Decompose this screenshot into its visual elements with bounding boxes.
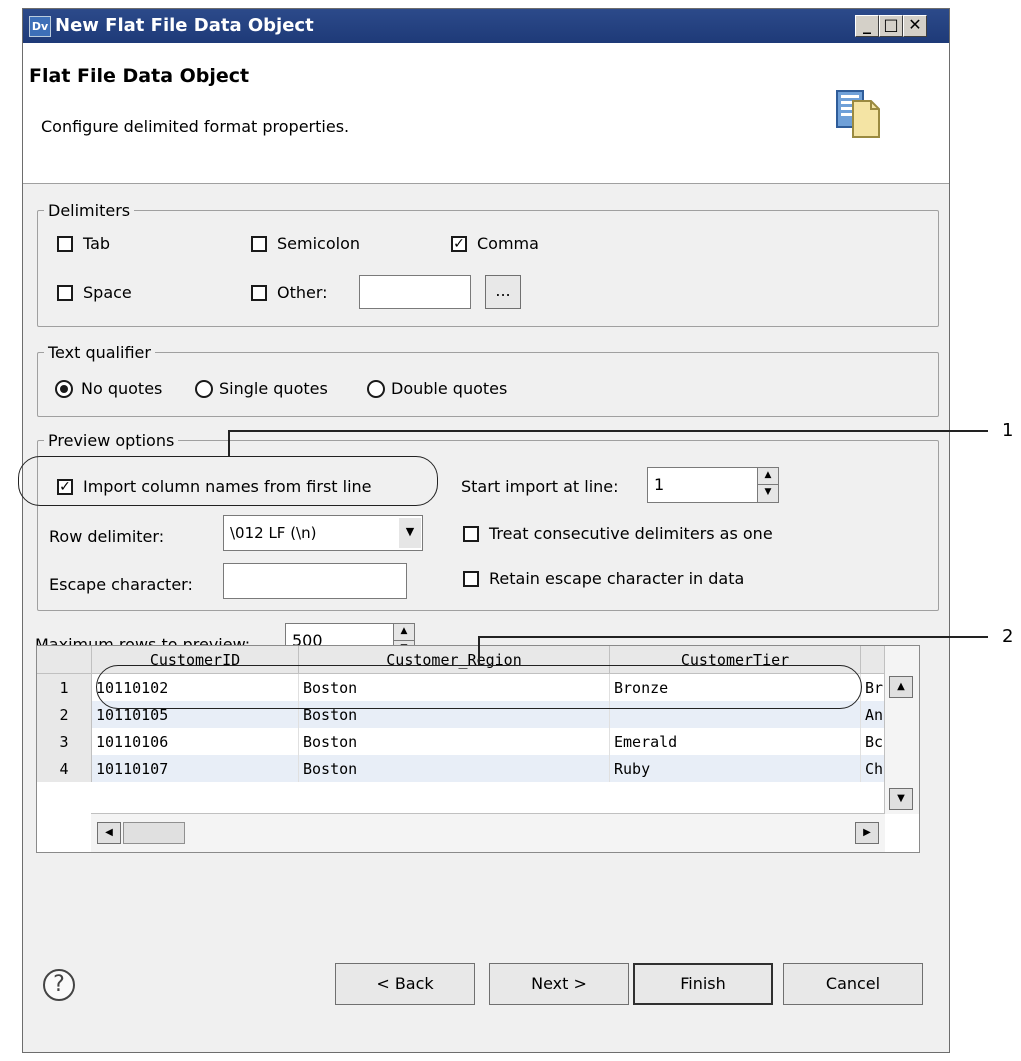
semicolon-checkbox[interactable] (251, 236, 267, 252)
maximize-button[interactable]: □ (879, 15, 903, 37)
other-label: Other: (277, 283, 328, 302)
comma-label: Comma (477, 234, 539, 253)
dialog-window: Dv New Flat File Data Object _ □ ✕ Flat … (22, 8, 950, 1053)
callout-1-label: 1 (1002, 420, 1014, 441)
callout-2-label: 2 (1002, 626, 1014, 647)
other-checkbox[interactable] (251, 285, 267, 301)
start-import-input[interactable]: 1 (647, 467, 759, 503)
app-icon: Dv (29, 16, 51, 37)
row-delimiter-label: Row delimiter: (49, 527, 165, 546)
horizontal-scrollbar[interactable]: ◀ ▶ (91, 813, 885, 852)
vertical-scrollbar[interactable]: ▲ ▼ (884, 646, 919, 814)
no-quotes-radio[interactable] (55, 380, 73, 398)
no-quotes-label: No quotes (81, 379, 163, 398)
other-delimiter-input[interactable] (359, 275, 471, 309)
single-quotes-radio[interactable] (195, 380, 213, 398)
callout-1-ellipse (18, 456, 438, 506)
next-button[interactable]: Next > (489, 963, 629, 1005)
space-label: Space (83, 283, 132, 302)
finish-button[interactable]: Finish (633, 963, 773, 1005)
page-title: Flat File Data Object (29, 65, 250, 87)
table-cell: Emerald (609, 728, 861, 755)
table-row: 3 10110106 Boston Emerald Bc (37, 728, 910, 755)
text-qualifier-legend: Text qualifier (48, 343, 151, 362)
callout-1-leader-horizontal (228, 430, 988, 432)
flat-file-icon (836, 90, 880, 138)
scroll-down-icon[interactable]: ▼ (889, 788, 913, 810)
callout-2-leader-vertical (478, 636, 480, 665)
close-button[interactable]: ✕ (903, 15, 927, 37)
title-bar: Dv New Flat File Data Object _ □ ✕ (23, 9, 949, 43)
retain-escape-checkbox[interactable] (463, 571, 479, 587)
delimiters-legend: Delimiters (48, 201, 131, 220)
preview-options-legend: Preview options (48, 431, 175, 450)
row-number-header (37, 646, 92, 674)
row-number: 1 (37, 673, 92, 701)
table-cell: Ruby (609, 755, 861, 782)
row-delimiter-dropdown-icon[interactable]: ▼ (399, 518, 421, 548)
table-row: 4 10110107 Boston Ruby Ch (37, 755, 910, 782)
back-button[interactable]: < Back (335, 963, 475, 1005)
start-import-spinner[interactable]: ▲ ▼ (757, 467, 779, 503)
wizard-header: Flat File Data Object Configure delimite… (23, 43, 949, 184)
callout-2-leader-horizontal (478, 636, 988, 638)
help-icon[interactable]: ? (43, 969, 75, 1001)
escape-character-input[interactable] (223, 563, 407, 599)
row-number: 2 (37, 701, 92, 728)
cancel-button[interactable]: Cancel (783, 963, 923, 1005)
scroll-right-icon[interactable]: ▶ (855, 822, 879, 844)
start-import-label: Start import at line: (461, 477, 619, 496)
space-checkbox[interactable] (57, 285, 73, 301)
browse-button[interactable]: ... (485, 275, 521, 309)
scroll-up-icon[interactable]: ▲ (889, 676, 913, 698)
tab-label: Tab (83, 234, 111, 253)
semicolon-label: Semicolon (277, 234, 360, 253)
retain-escape-label: Retain escape character in data (489, 569, 745, 588)
escape-character-label: Escape character: (49, 575, 193, 594)
double-quotes-label: Double quotes (391, 379, 508, 398)
treat-consecutive-checkbox[interactable] (463, 526, 479, 542)
tab-checkbox[interactable] (57, 236, 73, 252)
page-subtitle: Configure delimited format properties. (41, 117, 350, 136)
row-number: 4 (37, 755, 92, 782)
double-quotes-radio[interactable] (367, 380, 385, 398)
scroll-left-icon[interactable]: ◀ (97, 822, 121, 844)
table-cell: 10110106 (91, 728, 299, 755)
scroll-thumb[interactable] (123, 822, 185, 844)
treat-consecutive-label: Treat consecutive delimiters as one (489, 524, 773, 543)
single-quotes-label: Single quotes (219, 379, 328, 398)
table-cell: Boston (298, 728, 610, 755)
minimize-button[interactable]: _ (855, 15, 879, 37)
window-title: New Flat File Data Object (55, 15, 314, 36)
callout-2-ellipse (96, 665, 862, 709)
callout-1-leader-vertical (228, 430, 230, 456)
table-cell: Boston (298, 755, 610, 782)
comma-checkbox[interactable]: ✓ (451, 236, 467, 252)
row-delimiter-select[interactable]: \012 LF (\n) (223, 515, 423, 551)
table-cell: 10110107 (91, 755, 299, 782)
row-number: 3 (37, 728, 92, 755)
